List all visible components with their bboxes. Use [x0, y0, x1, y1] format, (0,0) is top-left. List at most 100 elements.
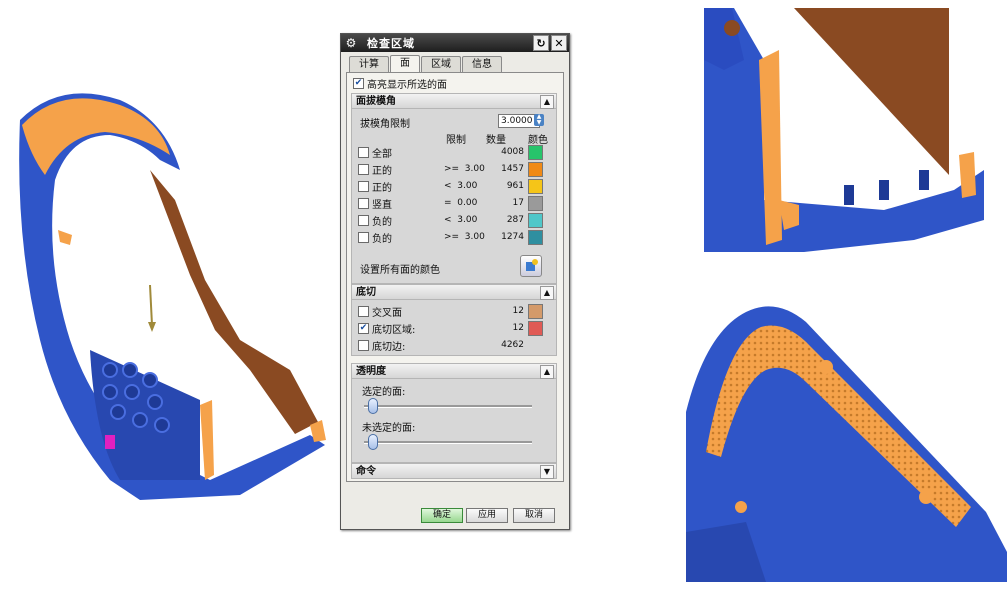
transparency-section-body: 选定的面: 未选定的面:: [351, 379, 557, 463]
chevron-up-icon[interactable]: ▲: [540, 365, 554, 379]
chevron-up-icon[interactable]: ▲: [540, 286, 554, 300]
selected-faces-slider-track[interactable]: [364, 405, 532, 408]
draft-row: 负的 >= 3.00 1274: [358, 230, 548, 245]
set-all-color-label: 设置所有面的颜色: [360, 265, 440, 276]
apply-button[interactable]: 应用: [466, 508, 508, 523]
tab-info[interactable]: 信息: [462, 56, 502, 72]
tab-bar: 计算 面 区域 信息: [349, 55, 502, 72]
selected-faces-label: 选定的面:: [362, 387, 406, 398]
undercut-row: ✔ 底切区域: 12: [358, 321, 548, 336]
draft-row-checkbox[interactable]: [358, 147, 369, 158]
col-limit-header: 限制: [446, 135, 466, 146]
draft-row-checkbox[interactable]: [358, 181, 369, 192]
draft-row-label: 负的: [372, 217, 392, 228]
draft-row-option[interactable]: 负的: [358, 230, 392, 245]
draft-row-label: 全部: [372, 149, 392, 160]
draft-row-option[interactable]: 全部: [358, 145, 392, 160]
undercut-row-checkbox[interactable]: [358, 306, 369, 317]
draft-row-option[interactable]: 竖直: [358, 196, 392, 211]
unselected-faces-slider-track[interactable]: [364, 441, 532, 444]
undercut-row: 底切边: 4262: [358, 338, 548, 353]
draft-row-count: 1274: [501, 232, 524, 242]
undercut-row-color-swatch[interactable]: [528, 304, 543, 319]
cad-viewport-detail-bottom[interactable]: [686, 292, 1007, 582]
chevron-up-icon[interactable]: ▲: [540, 95, 554, 109]
draft-section-header[interactable]: 面拔模角 ▲: [351, 93, 557, 109]
set-color-button[interactable]: [520, 255, 542, 277]
draft-row: 正的 >= 3.00 1457: [358, 162, 548, 177]
draft-row-count: 17: [512, 198, 524, 208]
draft-row-color-swatch[interactable]: [528, 230, 543, 245]
draft-row-limit: >= 3.00: [444, 232, 485, 242]
draft-row-option[interactable]: 正的: [358, 162, 392, 177]
ok-button[interactable]: 确定: [421, 508, 463, 523]
draft-row-limit: = 0.00: [444, 198, 478, 208]
spinner-icon[interactable]: ▲ ▼: [534, 114, 544, 126]
palette-icon: [526, 259, 538, 271]
undercut-row-checkbox[interactable]: [358, 340, 369, 351]
gear-icon[interactable]: ⚙: [344, 36, 358, 50]
draft-row-label: 正的: [372, 166, 392, 177]
undercut-row-checkbox[interactable]: ✔: [358, 323, 369, 334]
undercut-row-option[interactable]: ✔ 底切区域:: [358, 321, 415, 336]
undercut-section-header[interactable]: 底切 ▲: [351, 284, 557, 300]
draft-row-limit: >= 3.00: [444, 164, 485, 174]
draft-row-limit: < 3.00: [444, 215, 478, 225]
draft-row: 正的 < 3.00 961: [358, 179, 548, 194]
undercut-row-label: 交叉面: [372, 308, 402, 319]
command-section-header[interactable]: 命令 ▼: [351, 463, 557, 479]
highlight-label: 高亮显示所选的面: [367, 80, 447, 91]
draft-row-option[interactable]: 正的: [358, 179, 392, 194]
undercut-row-count: 12: [512, 323, 524, 333]
col-color-header: 颜色: [528, 135, 548, 146]
draft-row-color-swatch[interactable]: [528, 162, 543, 177]
draft-row-count: 287: [506, 215, 524, 225]
undercut-row: 交叉面 12: [358, 304, 548, 319]
close-icon[interactable]: ✕: [551, 35, 567, 51]
cad-viewport-main[interactable]: [0, 40, 340, 540]
draft-row-checkbox[interactable]: [358, 215, 369, 226]
dialog-titlebar[interactable]: ⚙ 检查区域 ↻ ✕: [341, 34, 569, 52]
undercut-row-option[interactable]: 底切边:: [358, 338, 405, 353]
draft-row: 负的 < 3.00 287: [358, 213, 548, 228]
undercut-row-count: 4262: [501, 340, 524, 350]
cancel-button[interactable]: 取消: [513, 508, 555, 523]
draft-row-color-swatch[interactable]: [528, 145, 543, 160]
unselected-faces-slider-knob[interactable]: [368, 434, 378, 450]
draft-row-checkbox[interactable]: [358, 198, 369, 209]
dialog-title: 检查区域: [367, 37, 415, 50]
transparency-section-header[interactable]: 透明度 ▲: [351, 363, 557, 379]
unselected-faces-label: 未选定的面:: [362, 423, 416, 434]
tab-faces[interactable]: 面: [390, 55, 420, 72]
dialog-footer: 确定 应用 取消: [341, 499, 569, 529]
draft-row-count: 961: [506, 181, 524, 191]
chevron-down-icon[interactable]: ▼: [540, 465, 554, 479]
draft-row-option[interactable]: 负的: [358, 213, 392, 228]
draft-row-checkbox[interactable]: [358, 232, 369, 243]
highlight-option[interactable]: ✔ 高亮显示所选的面: [353, 76, 447, 91]
highlight-checkbox[interactable]: ✔: [353, 78, 364, 89]
tab-regions[interactable]: 区域: [421, 56, 461, 72]
draft-row: 竖直 = 0.00 17: [358, 196, 548, 211]
draft-row-label: 竖直: [372, 200, 392, 211]
draft-section-body: 拔模角限制 3.0000 ▲ ▼ 限制 数量 颜色 全部 4008 正的 >= 3.00…: [351, 109, 557, 284]
draft-row-limit: < 3.00: [444, 181, 478, 191]
undercut-row-color-swatch[interactable]: [528, 321, 543, 336]
undercut-section-body: 交叉面 12 ✔ 底切区域: 12 底切边: 4262: [351, 300, 557, 356]
reset-icon[interactable]: ↻: [533, 35, 549, 51]
cad-viewport-detail-top[interactable]: [704, 0, 1007, 262]
tab-compute[interactable]: 计算: [349, 56, 389, 72]
draft-row-color-swatch[interactable]: [528, 179, 543, 194]
draft-row-color-swatch[interactable]: [528, 196, 543, 211]
draft-row-checkbox[interactable]: [358, 164, 369, 175]
selected-faces-slider-knob[interactable]: [368, 398, 378, 414]
undercut-row-label: 底切区域:: [372, 325, 416, 336]
undercut-row-option[interactable]: 交叉面: [358, 304, 402, 319]
draft-row-label: 正的: [372, 183, 392, 194]
undercut-section-title: 底切: [356, 287, 376, 298]
faces-tab-panel: ✔ 高亮显示所选的面 面拔模角 ▲ 拔模角限制 3.0000 ▲ ▼ 限制 数量 …: [346, 72, 564, 482]
draft-section-title: 面拔模角: [356, 96, 396, 107]
draft-limit-label: 拔模角限制: [360, 119, 410, 130]
draft-row-color-swatch[interactable]: [528, 213, 543, 228]
draft-row-count: 4008: [501, 147, 524, 157]
